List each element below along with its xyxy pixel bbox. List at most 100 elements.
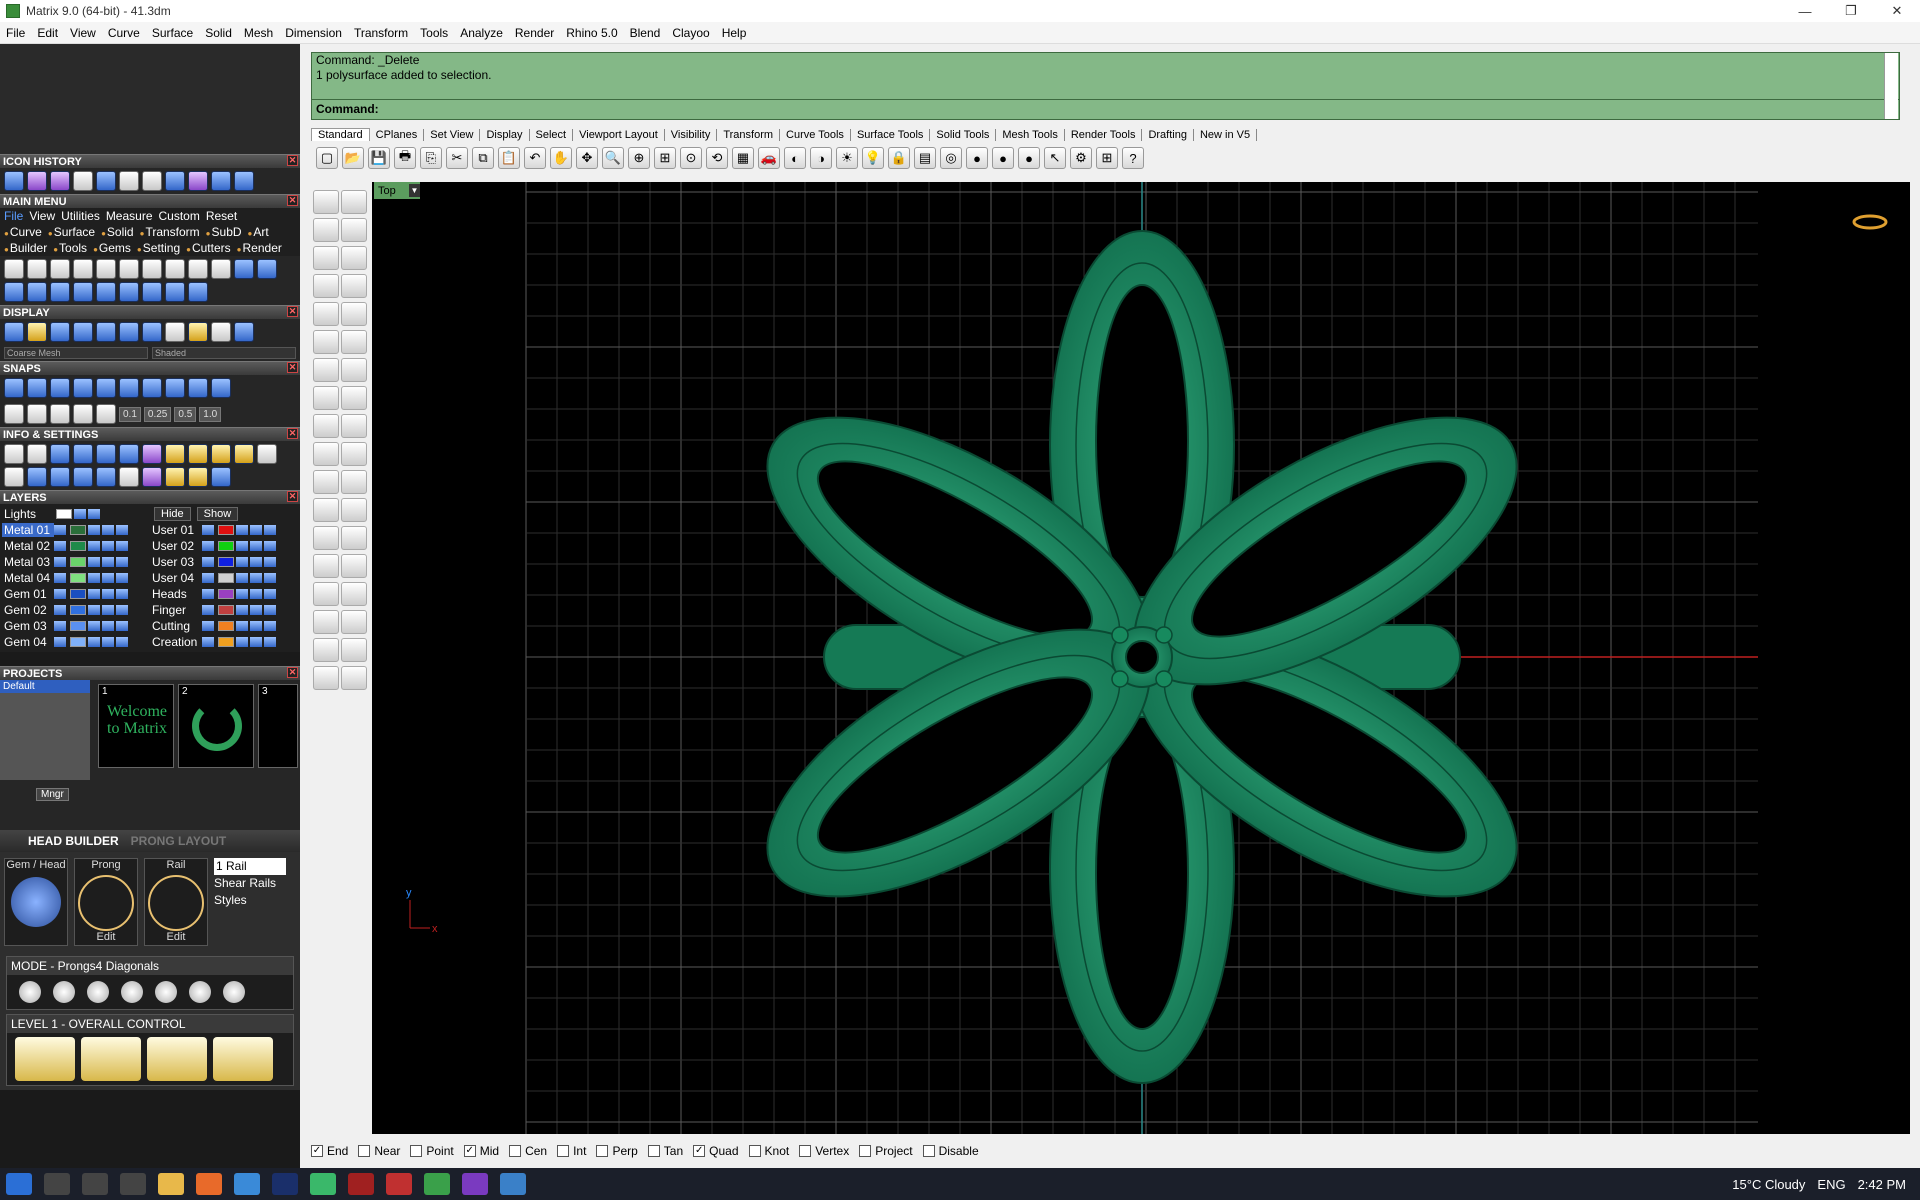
info-icon[interactable] [73,444,93,464]
lock-icon[interactable] [250,541,262,551]
undo-icon[interactable]: ↶ [524,147,546,169]
select-icon[interactable]: ↖ [1044,147,1066,169]
rendered-sphere-icon[interactable]: ● [992,147,1014,169]
layer-toggle[interactable] [202,557,214,567]
info-icon[interactable] [96,444,116,464]
array-icon[interactable] [313,330,339,354]
menu-dimension[interactable]: Dimension [279,26,348,40]
maximize-button[interactable]: ❐ [1828,0,1874,22]
color-wheel-icon[interactable]: ◎ [940,147,962,169]
lock-icon[interactable] [250,589,262,599]
app-icon[interactable] [6,4,20,18]
info-icon[interactable] [50,467,70,487]
layer-color[interactable] [218,621,234,631]
layer-toggle[interactable] [54,525,66,535]
tool-icon[interactable] [234,259,254,279]
layer-toggle[interactable] [202,525,214,535]
main-menu-tab[interactable]: Custom [159,209,200,223]
menu-tools[interactable]: Tools [414,26,454,40]
main-menu-item[interactable]: Cutters [186,241,231,255]
tab-display[interactable]: Display [480,128,530,141]
app-icon[interactable] [500,1173,526,1195]
snap-icon[interactable] [96,378,116,398]
tab-mesh-tools[interactable]: Mesh Tools [996,128,1065,141]
head-preset[interactable] [15,1037,75,1081]
tab-new-in-v5[interactable]: New in V5 [1194,128,1258,141]
settings-icon[interactable] [4,444,24,464]
copy-icon[interactable]: ⧉ [472,147,494,169]
layer-color[interactable] [70,541,86,551]
info-icon[interactable] [50,444,70,464]
fillet-icon[interactable] [313,498,339,522]
layer-lights[interactable]: Lights [2,507,54,521]
print-icon[interactable]: 🖶 [394,147,416,169]
photoshop-icon[interactable] [272,1173,298,1195]
layer-toggle[interactable] [202,541,214,551]
menu-blend[interactable]: Blend [624,26,667,40]
viewport-tab[interactable]: Top ▼ [374,182,420,199]
render-icon[interactable] [313,666,339,690]
user-add-icon[interactable] [188,259,208,279]
lock-icon[interactable] [250,525,262,535]
shaded-sphere-icon[interactable]: ● [966,147,988,169]
rail-box[interactable]: Rail Edit [144,858,208,946]
tool-icon[interactable] [142,282,162,302]
osnap-near[interactable]: Near [358,1144,400,1158]
layer-name[interactable]: Metal 01 [2,523,54,537]
history-tool-icon[interactable] [73,171,93,191]
command-scrollbar[interactable] [1884,53,1898,119]
bend-icon[interactable] [341,582,367,606]
close-icon[interactable]: ✕ [287,362,298,373]
info-icon[interactable] [211,444,231,464]
checkbox-icon[interactable]: ✓ [311,1145,323,1157]
head-builder-tab[interactable]: HEAD BUILDER [28,834,119,848]
layer-color[interactable] [218,541,234,551]
app-icon[interactable] [348,1173,374,1195]
snap-value[interactable]: 0.25 [143,406,172,422]
checkbox-icon[interactable] [509,1145,522,1157]
save-icon[interactable] [96,259,116,279]
new-file-icon[interactable]: ▢ [316,147,338,169]
matrix-icon[interactable] [424,1173,450,1195]
main-menu-tab[interactable]: Utilities [61,209,100,223]
checkbox-icon[interactable] [358,1145,371,1157]
lock-icon[interactable] [250,637,262,647]
layer-toggle[interactable] [54,637,66,647]
prong-style-option[interactable] [19,981,41,1003]
lock-icon[interactable] [102,541,114,551]
layer-color[interactable] [70,525,86,535]
snap-value[interactable]: 1.0 [199,406,222,422]
info-icon[interactable] [188,467,208,487]
tab-drafting[interactable]: Drafting [1142,128,1194,141]
menu-view[interactable]: View [64,26,102,40]
snap-icon[interactable] [96,404,116,424]
layer-toggle[interactable] [236,557,248,567]
layer-toggle[interactable] [88,509,100,519]
layer-toggle[interactable] [264,525,276,535]
solid-icon[interactable] [313,582,339,606]
checkbox-icon[interactable]: ✓ [693,1145,706,1157]
rectangle-icon[interactable] [341,274,367,298]
firefox-icon[interactable] [196,1173,222,1195]
forward-arrow-icon[interactable] [234,171,254,191]
join-icon[interactable] [313,470,339,494]
osnap-vertex[interactable]: Vertex [799,1144,849,1158]
checkbox-icon[interactable] [922,1145,935,1157]
blue-sphere-icon[interactable] [234,322,254,342]
ungroup-icon[interactable] [341,554,367,578]
checkbox-icon[interactable] [596,1145,609,1157]
polyline-icon[interactable] [313,218,339,242]
layer-toggle[interactable] [88,525,100,535]
dimension-icon[interactable] [341,526,367,550]
check-icon[interactable] [341,638,367,662]
layer-toggle[interactable] [74,509,86,519]
history-tool-icon[interactable] [50,171,70,191]
layer-toggle[interactable] [88,637,100,647]
tab-curve-tools[interactable]: Curve Tools [780,128,851,141]
gear-icon[interactable]: ⚙ [1070,147,1092,169]
layer-toggle[interactable] [202,573,214,583]
layer-toggle[interactable] [116,621,128,631]
layer-name[interactable]: User 02 [150,539,202,553]
layer-toggle[interactable] [116,525,128,535]
wire-sphere-icon[interactable] [211,322,231,342]
